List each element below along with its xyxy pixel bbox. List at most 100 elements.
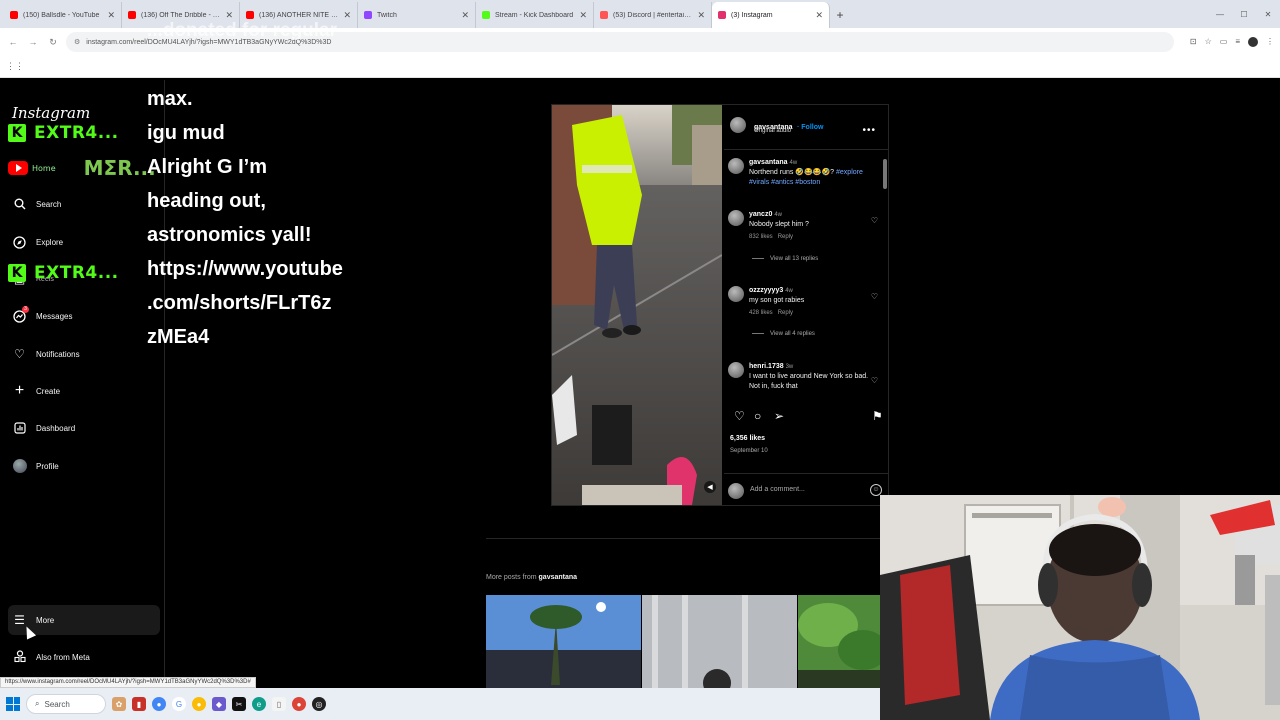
commenter-avatar[interactable] [728, 210, 744, 226]
kick-logo-icon: K [8, 124, 26, 142]
view-replies-button[interactable]: View all 4 replies [752, 331, 815, 337]
app-icon[interactable]: ▮ [132, 697, 146, 711]
window-controls: — ☐ ✕ [1208, 0, 1280, 28]
screen: (150) Ballsdle - YouTube ✕ (136) Off The … [0, 0, 1280, 720]
close-tab-icon[interactable]: ✕ [815, 10, 823, 21]
add-comment-bar: Add a comment... ☺ [724, 473, 888, 505]
reply-button[interactable]: Reply [778, 234, 793, 240]
site-info-icon[interactable]: ⚙ [74, 38, 80, 46]
sidebar-item-notifications[interactable]: ♡ Notifications [8, 339, 160, 369]
caption: gavsantana 4w Northend runs 🤣😂😂🤣? #explo… [728, 158, 878, 198]
comment-item: henri.1738 3w I want to live around New … [728, 362, 878, 399]
comment-item: ozzzyyyy3 4w my son got rabies ♡ 428 lik… [728, 286, 878, 356]
youtube-icon [10, 11, 18, 19]
browser-tab-active[interactable]: (3) Instagram ✕ [712, 2, 830, 28]
browser-tab[interactable]: (150) Ballsdle - YouTube ✕ [4, 2, 122, 28]
view-replies-button[interactable]: View all 13 replies [752, 256, 818, 262]
hamburger-icon: ☰ [14, 613, 25, 627]
browser-menu-icon[interactable]: ⋮ [1266, 37, 1274, 47]
comments-list[interactable]: gavsantana 4w Northend runs 🤣😂😂🤣? #explo… [724, 149, 888, 399]
sidebar-item-dashboard[interactable]: Dashboard [8, 413, 160, 443]
reel-post: ◀ gavsantana · Follow Original audio •••… [551, 104, 889, 506]
close-tab-icon[interactable]: ✕ [461, 10, 469, 21]
obs-icon[interactable]: ◎ [312, 697, 326, 711]
add-comment-input[interactable]: Add a comment... [750, 486, 805, 493]
like-icon[interactable]: ♡ [734, 409, 745, 423]
chat-overlay-ghost: ...donated for regular videos are 13 min… [147, 20, 338, 74]
capcut-icon[interactable]: ✂ [232, 697, 246, 711]
kick-logo-icon: K [8, 264, 26, 282]
author-avatar[interactable] [728, 158, 744, 174]
reload-icon[interactable]: ↻ [46, 35, 60, 49]
more-posts-heading: More posts from gavsantana [486, 574, 578, 581]
meta-apps-icon [12, 650, 27, 665]
heart-icon: ♡ [14, 347, 25, 361]
audio-label[interactable]: Original audio [754, 128, 791, 134]
chrome-icon[interactable]: ● [152, 697, 166, 711]
windows-start-icon[interactable] [6, 697, 20, 711]
bookmark-star-icon[interactable]: ☆ [1205, 37, 1212, 47]
link-status-bar: https://www.instagram.com/reel/DOcMU4LAY… [0, 677, 256, 688]
sidebar-item-create[interactable]: + Create [8, 376, 160, 406]
browser-profile-avatar[interactable] [1248, 37, 1258, 47]
browser-tab[interactable]: (53) Discord | #entertainment✕ [594, 2, 712, 28]
more-post-thumbnail[interactable] [798, 595, 880, 688]
search-icon [12, 197, 27, 212]
close-tab-icon[interactable]: ✕ [579, 10, 587, 21]
maximize-icon[interactable]: ☐ [1232, 0, 1256, 28]
more-post-thumbnail[interactable] [642, 595, 797, 688]
commenter-avatar[interactable] [728, 362, 744, 378]
reel-video[interactable]: ◀ [552, 105, 722, 505]
close-window-icon[interactable]: ✕ [1256, 0, 1280, 28]
install-icon[interactable]: ⊡ [1190, 37, 1197, 47]
forward-icon[interactable]: → [26, 35, 40, 49]
taskbar-search[interactable]: ⌕ Search [26, 694, 106, 714]
kick-follower-overlay: K EXTR4... [8, 122, 119, 144]
sidebar-item-also-from-meta[interactable]: Also from Meta [8, 642, 160, 672]
file-icon[interactable]: ▯ [272, 697, 286, 711]
post-header: gavsantana · Follow Original audio ••• [728, 113, 884, 143]
google-icon[interactable]: G [172, 697, 186, 711]
author-avatar[interactable] [730, 117, 746, 133]
search-icon: ⌕ [35, 699, 40, 708]
comments-scrollbar[interactable] [882, 149, 888, 399]
chrome-icon[interactable]: ● [192, 697, 206, 711]
browser-tab[interactable]: Twitch ✕ [358, 2, 476, 28]
sidebar-item-profile[interactable]: Profile [8, 451, 160, 481]
sidebar-item-explore[interactable]: Explore [8, 227, 160, 257]
post-date: September 10 [730, 448, 768, 454]
commenter-avatar[interactable] [728, 286, 744, 302]
sidepanel-icon[interactable]: ▭ [1220, 37, 1228, 47]
new-tab-button[interactable]: + [830, 2, 850, 28]
apps-grid-icon[interactable]: ⋮⋮ [6, 61, 24, 72]
compass-icon [12, 235, 27, 250]
save-bookmark-icon[interactable]: ⚑ [872, 409, 883, 423]
follow-button[interactable]: Follow [801, 124, 823, 131]
edge-icon[interactable]: e [252, 697, 266, 711]
extensions-icon[interactable]: ≡ [1235, 37, 1240, 47]
more-post-thumbnail[interactable] [486, 595, 641, 688]
browser-tab[interactable]: Stream - Kick Dashboard ✕ [476, 2, 594, 28]
like-comment-icon[interactable]: ♡ [871, 376, 878, 385]
close-tab-icon[interactable]: ✕ [697, 10, 705, 21]
minimize-icon[interactable]: — [1208, 0, 1232, 28]
widgets-icon[interactable]: ✿ [112, 697, 126, 711]
sidebar-item-messages[interactable]: 3 Messages [8, 301, 160, 331]
twitch-icon [364, 11, 372, 19]
chrome-icon[interactable]: ● [292, 697, 306, 711]
comment-icon[interactable]: ○ [754, 409, 761, 423]
likes-count[interactable]: 6,356 likes [730, 435, 765, 442]
youtube-member-overlay: Home MΣR... [8, 156, 156, 180]
close-tab-icon[interactable]: ✕ [107, 10, 115, 21]
reply-button[interactable]: Reply [778, 310, 793, 316]
like-comment-icon[interactable]: ♡ [871, 292, 878, 301]
like-comment-icon[interactable]: ♡ [871, 216, 878, 225]
more-options-icon[interactable]: ••• [862, 125, 876, 136]
app-icon[interactable]: ◆ [212, 697, 226, 711]
mute-icon[interactable]: ◀ [704, 481, 716, 493]
back-icon[interactable]: ← [6, 35, 20, 49]
instagram-logo[interactable]: Instagram [12, 104, 90, 122]
share-icon[interactable]: ➢ [774, 409, 784, 423]
youtube-icon [128, 11, 136, 19]
sidebar-item-search[interactable]: Search [8, 189, 160, 219]
